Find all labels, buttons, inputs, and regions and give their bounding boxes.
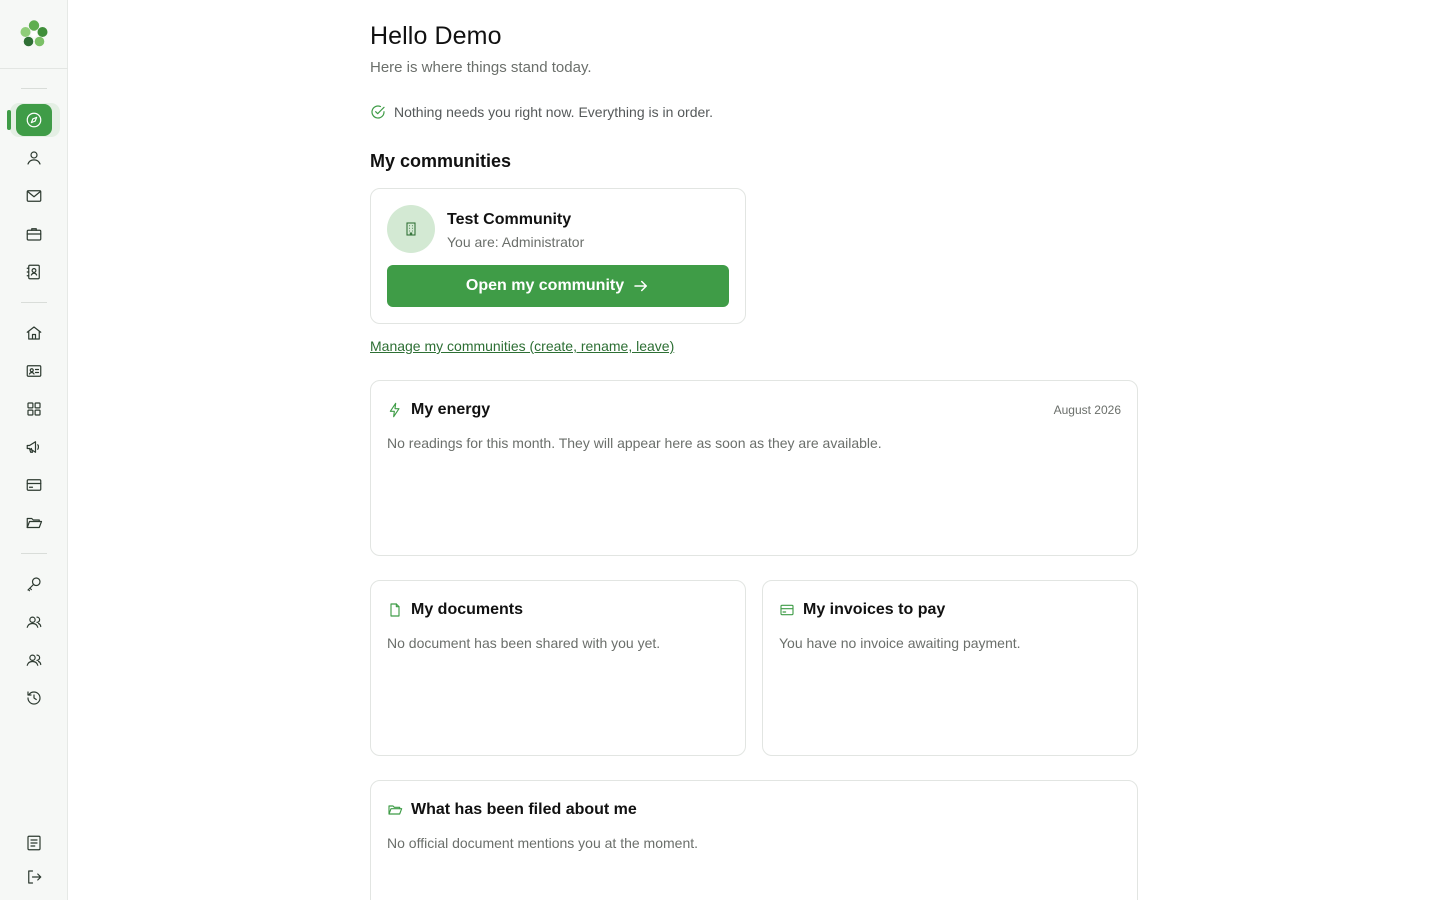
status-text: Nothing needs you right now. Everything …	[394, 104, 714, 120]
filed-empty-text: No official document mentions you at the…	[387, 835, 699, 851]
megaphone-icon	[26, 441, 40, 453]
sidebar-item-home[interactable]	[16, 317, 52, 349]
sidebar-item-id-card[interactable]	[16, 355, 52, 387]
credit-card-icon	[780, 604, 794, 616]
invoices-empty-text: You have no invoice awaiting payment.	[779, 635, 1021, 651]
grid-icon	[27, 402, 41, 416]
sidebar-item-groups[interactable]	[16, 644, 52, 676]
sidebar-divider	[0, 68, 68, 69]
sidebar-item-dashboard[interactable]	[16, 104, 52, 136]
documents-empty-text: No document has been shared with you yet…	[387, 635, 661, 651]
history-icon	[27, 691, 41, 705]
sidebar-item-contacts[interactable]	[16, 256, 52, 288]
compass-icon	[26, 112, 42, 128]
sidebar-item-profile[interactable]	[16, 142, 52, 174]
energy-card-header: My energy	[387, 401, 490, 419]
invoices-card: My invoices to pay You have no invoice a…	[762, 580, 1138, 756]
energy-empty-text: No readings for this month. They will ap…	[387, 435, 882, 451]
key-icon	[27, 577, 41, 592]
sidebar-item-keys[interactable]	[16, 568, 52, 600]
sidebar-item-payments[interactable]	[16, 469, 52, 501]
sidebar	[0, 0, 68, 900]
briefcase-icon	[26, 228, 42, 241]
arrow-right-icon	[634, 280, 648, 292]
invoices-title: My invoices to pay	[803, 601, 946, 618]
invoices-card-header: My invoices to pay	[779, 601, 945, 619]
sidebar-item-work[interactable]	[16, 218, 52, 250]
users-icon	[26, 654, 42, 666]
status-message: Nothing needs you right now. Everything …	[370, 104, 713, 120]
page-subtitle: Here is where things stand today.	[370, 59, 592, 76]
manage-communities-link[interactable]: Manage my communities (create, rename, l…	[370, 338, 674, 354]
open-community-label: Open my community	[465, 277, 625, 294]
community-name: Test Community	[447, 211, 572, 228]
sidebar-item-files[interactable]	[16, 507, 52, 539]
community-role: You are: Administrator	[447, 234, 585, 250]
filed-title: What has been filed about me	[411, 801, 637, 818]
lightning-icon	[389, 402, 400, 418]
energy-card: My energy August 2026 No readings for th…	[370, 380, 1138, 556]
community-card: Test Community You are: Administrator Op…	[370, 188, 746, 324]
sidebar-divider	[21, 88, 47, 89]
filed-card-header: What has been filed about me	[387, 801, 637, 819]
communities-heading: My communities	[370, 151, 512, 171]
open-community-button[interactable]: Open my community	[387, 265, 729, 307]
contact-book-icon	[26, 264, 40, 280]
sidebar-item-messages[interactable]	[16, 180, 52, 212]
documents-card-header: My documents	[387, 601, 523, 619]
check-circle-icon	[371, 105, 385, 119]
energy-period: August 2026	[1053, 403, 1121, 417]
sidebar-item-members[interactable]	[16, 606, 52, 638]
documents-title: My documents	[411, 601, 524, 618]
sidebar-divider	[21, 302, 47, 303]
clover-logo-icon[interactable]	[18, 18, 50, 50]
folder-open-icon	[388, 805, 403, 815]
logout-button[interactable]	[16, 861, 52, 893]
documents-card: My documents No document has been shared…	[370, 580, 746, 756]
user-icon	[27, 151, 41, 165]
credit-card-icon	[26, 479, 42, 491]
energy-title: My energy	[411, 401, 491, 418]
sidebar-item-notes[interactable]	[16, 827, 52, 859]
community-avatar	[387, 205, 435, 253]
page-title: Hello Demo	[370, 22, 502, 50]
id-card-icon	[26, 365, 42, 377]
filed-card: What has been filed about me No official…	[370, 780, 1138, 900]
sidebar-item-history[interactable]	[16, 682, 52, 714]
folder-open-icon	[26, 517, 43, 529]
sidebar-item-apps[interactable]	[16, 393, 52, 425]
mail-icon	[26, 190, 42, 202]
users-icon	[26, 616, 42, 628]
logout-icon	[28, 870, 42, 884]
building-icon	[406, 222, 416, 236]
home-icon	[26, 326, 42, 340]
active-indicator	[7, 110, 11, 130]
document-list-icon	[27, 835, 41, 851]
sidebar-divider	[21, 553, 47, 554]
file-icon	[390, 603, 400, 617]
sidebar-item-announcements[interactable]	[16, 431, 52, 463]
